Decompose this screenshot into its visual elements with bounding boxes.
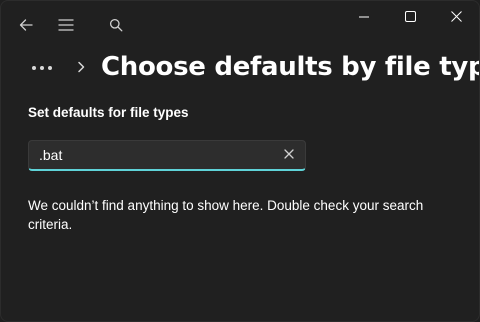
section-heading: Set defaults for file types [28, 105, 189, 120]
empty-results-message: We couldn’t find anything to show here. … [28, 198, 424, 232]
close-icon [450, 9, 462, 27]
minimize-icon [359, 9, 369, 27]
breadcrumb-more-button[interactable] [27, 52, 57, 82]
maximize-button[interactable] [387, 1, 433, 35]
more-ellipsis-icon [31, 58, 53, 76]
search-settings-button[interactable] [100, 9, 132, 41]
page-title: Choose defaults by file type [101, 52, 480, 82]
settings-window: Choose defaults by file type Set default… [0, 0, 480, 322]
back-button[interactable] [10, 9, 42, 41]
file-type-search-input[interactable] [29, 141, 275, 169]
title-bar [1, 1, 479, 47]
clear-search-button[interactable] [275, 141, 303, 169]
navigation-menu-button[interactable] [50, 9, 82, 41]
file-type-search-box[interactable] [28, 140, 306, 171]
search-icon [109, 18, 123, 32]
chevron-right-icon [69, 52, 93, 82]
minimize-button[interactable] [341, 1, 387, 35]
back-arrow-icon [18, 17, 34, 33]
close-button[interactable] [433, 1, 479, 35]
breadcrumb: Choose defaults by file type [27, 47, 480, 87]
maximize-icon [404, 9, 416, 27]
clear-x-icon [284, 146, 294, 164]
hamburger-menu-icon [58, 18, 74, 32]
